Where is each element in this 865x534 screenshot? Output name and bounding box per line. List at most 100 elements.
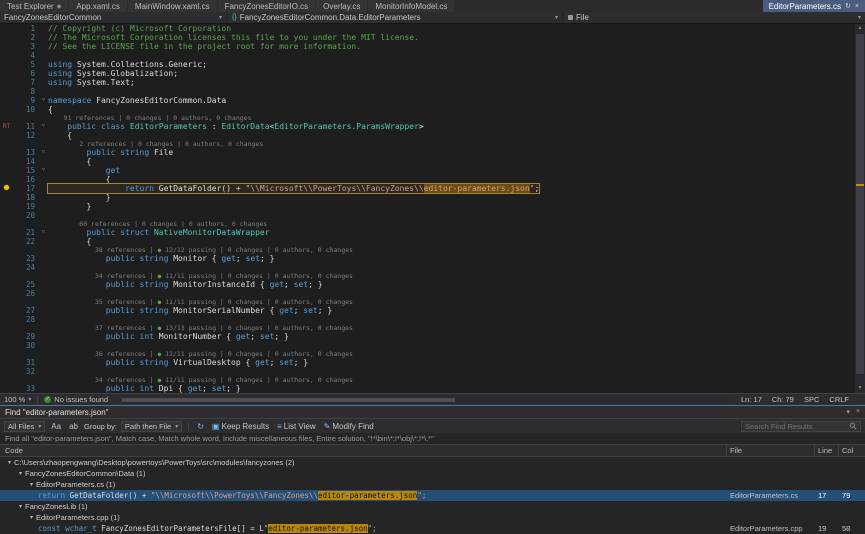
code-line[interactable]: 2// The Microsoft Corporation licenses t… [0, 33, 865, 42]
find-group-row[interactable]: ▾FancyZonesEditorCommon\Data (1) [0, 468, 865, 479]
type-dropdown[interactable]: {} FancyZonesEditorCommon.Data.EditorPar… [228, 12, 562, 23]
tab-overlay-cs[interactable]: Overlay.cs [316, 0, 367, 12]
expander-icon[interactable]: ▾ [27, 481, 36, 488]
code-line[interactable]: 12 { [0, 131, 865, 140]
lightbulb-icon[interactable] [4, 185, 9, 190]
code-line[interactable]: 3// See the LICENSE file in the project … [0, 42, 865, 51]
code-line[interactable]: 16 { [0, 175, 865, 184]
code-line[interactable]: 20 [0, 211, 865, 220]
expander-icon[interactable]: ▾ [16, 470, 25, 477]
column-file[interactable]: File [727, 445, 815, 456]
code-line[interactable]: 23 public string Monitor { get; set; } [0, 254, 865, 263]
codelens-line[interactable]: 34 references | ● 11/11 passing | 0 chan… [0, 272, 865, 280]
scroll-down-icon[interactable]: ▾ [855, 384, 865, 393]
codelens-line[interactable]: 60 references | 0 changes | 0 authors, 0… [0, 220, 865, 228]
find-group-row[interactable]: ▾C:\Users\zhaopengwang\Desktop\powertoys… [0, 457, 865, 468]
whole-word-icon[interactable]: ab [67, 422, 80, 431]
code-line[interactable]: 7using System.Text; [0, 78, 865, 87]
code-line[interactable]: 18 } [0, 193, 865, 202]
codelens-line[interactable]: 38 references | ● 12/12 passing | 0 chan… [0, 246, 865, 254]
tab-monitorinfomodel-cs[interactable]: MonitorInfoModel.cs [368, 0, 454, 12]
fold-chevron-icon[interactable]: ▿ [39, 96, 48, 105]
tab-fancyzoneseditorio-cs[interactable]: FancyZonesEditorIO.cs [218, 0, 316, 12]
find-panel-header[interactable]: Find "editor-parameters.json" ▾ × [0, 406, 865, 418]
code-line[interactable]: 19 } [0, 202, 865, 211]
line-number: 27 [13, 306, 39, 315]
find-group-row[interactable]: ▾EditorParameters.cpp (1) [0, 512, 865, 523]
member-dropdown[interactable]: File ▾ [564, 12, 865, 23]
issues-indicator[interactable]: ✓ No issues found [44, 395, 108, 404]
code-line[interactable]: 14 { [0, 157, 865, 166]
code-line[interactable]: 27 public string MonitorSerialNumber { g… [0, 306, 865, 315]
list-view-button[interactable]: ≡List View [275, 422, 318, 431]
code-line[interactable]: 21▿ public struct NativeMonitorDataWrapp… [0, 228, 865, 237]
codelens-line[interactable]: 34 references | ● 11/11 passing | 0 chan… [0, 376, 865, 384]
spaces-indicator[interactable]: SPC [804, 395, 819, 404]
search-input[interactable] [745, 422, 846, 431]
code-line[interactable]: 5using System.Collections.Generic; [0, 60, 865, 69]
keep-results-button[interactable]: ▣Keep Results [210, 422, 271, 431]
column-col[interactable]: Col [839, 445, 865, 456]
tab-editorparameters-cs[interactable]: EditorParameters.cs ↻ × [763, 0, 865, 12]
tab-test-explorer[interactable]: Test Explorer◆ [0, 0, 68, 12]
editor-vertical-scrollbar[interactable]: ▴ ▾ [855, 24, 865, 393]
window-position-icon[interactable]: ▾ [846, 408, 850, 416]
modify-find-button[interactable]: ✎Modify Find [322, 422, 376, 431]
close-icon[interactable]: × [856, 408, 860, 416]
codelens-line[interactable]: 91 references | 0 changes | 0 authors, 0… [0, 114, 865, 122]
navigation-bar: FancyZonesEditorCommon ▾ {} FancyZonesEd… [0, 12, 865, 24]
code-line[interactable]: 8 [0, 87, 865, 96]
code-line[interactable]: 6using System.Globalization; [0, 69, 865, 78]
column-line[interactable]: Line [815, 445, 839, 456]
eol-indicator[interactable]: CRLF [829, 395, 849, 404]
column-code[interactable]: Code [0, 445, 727, 456]
scope-dropdown[interactable]: All Files ▾ [4, 421, 45, 432]
line-number: 24 [13, 263, 39, 272]
find-result-row[interactable]: const wchar_t FancyZonesEditorParameters… [0, 523, 865, 534]
code-line[interactable]: 25 public string MonitorInstanceId { get… [0, 280, 865, 289]
code-line[interactable]: RT11▿ public class EditorParameters : Ed… [0, 122, 865, 131]
code-line[interactable]: 9▿namespace FancyZonesEditorCommon.Data [0, 96, 865, 105]
close-icon[interactable]: × [855, 3, 859, 10]
expander-icon[interactable]: ▾ [27, 514, 36, 521]
group-by-dropdown[interactable]: Path then File ▾ [121, 421, 182, 432]
search-find-results-box[interactable] [741, 421, 861, 432]
codelens-line[interactable]: 37 references | ● 13/13 passing | 0 chan… [0, 324, 865, 332]
code-line[interactable]: 17 return GetDataFolder() + "\\Microsoft… [0, 184, 865, 193]
codelens-line[interactable]: 36 references | ● 11/11 passing | 0 chan… [0, 350, 865, 358]
editor-horizontal-scrollbar[interactable] [122, 397, 727, 403]
find-group-row[interactable]: ▾FancyZonesLib (1) [0, 501, 865, 512]
expander-icon[interactable]: ▾ [5, 459, 14, 466]
codelens-line[interactable]: 35 references | ● 11/11 passing | 0 chan… [0, 298, 865, 306]
code-line[interactable]: 13▿ public string File [0, 148, 865, 157]
code-line[interactable]: 4 [0, 51, 865, 60]
scrollbar-thumb[interactable] [122, 398, 455, 402]
fold-chevron-icon[interactable]: ▿ [39, 122, 48, 131]
code-line[interactable]: 33 public int Dpi { get; set; } [0, 384, 865, 393]
code-line[interactable]: 1// Copyright (c) Microsoft Corporation [0, 24, 865, 33]
code-line[interactable]: 29 public int MonitorNumber { get; set; … [0, 332, 865, 341]
fold-chevron-icon[interactable]: ▿ [39, 148, 48, 157]
fold-chevron-icon[interactable]: ▿ [39, 228, 48, 237]
tab-app-xaml-cs[interactable]: App.xaml.cs [69, 0, 127, 12]
code-editor[interactable]: 1// Copyright (c) Microsoft Corporation2… [0, 24, 865, 393]
quick-actions-icon[interactable] [0, 184, 13, 193]
find-group-row[interactable]: ▾EditorParameters.cs (1) [0, 479, 865, 490]
project-dropdown[interactable]: FancyZonesEditorCommon ▾ [0, 12, 226, 23]
code-line[interactable]: 10{ [0, 105, 865, 114]
zoom-dropdown[interactable]: 100 % ▾ [4, 395, 31, 404]
fold-chevron-icon[interactable]: ▿ [39, 166, 48, 175]
result-col-cell: 79 [839, 491, 865, 500]
expander-icon[interactable]: ▾ [16, 503, 25, 510]
tab-mainwindow-xaml-cs[interactable]: MainWindow.xaml.cs [128, 0, 217, 12]
refresh-results-icon[interactable]: ↻ [195, 422, 206, 431]
codelens-line[interactable]: 2 references | 0 changes | 0 authors, 0 … [0, 140, 865, 148]
find-result-row[interactable]: return GetDataFolder() + "\\Microsoft\\P… [0, 490, 865, 501]
sync-icon[interactable]: ↻ [845, 2, 851, 10]
scrollbar-thumb[interactable] [856, 34, 864, 374]
code-line[interactable]: 15▿ get [0, 166, 865, 175]
match-case-icon[interactable]: Aa [49, 422, 63, 431]
code-line[interactable]: 31 public string VirtualDesktop { get; s… [0, 358, 865, 367]
scroll-up-icon[interactable]: ▴ [855, 24, 865, 33]
pin-icon[interactable]: ◆ [57, 3, 62, 10]
